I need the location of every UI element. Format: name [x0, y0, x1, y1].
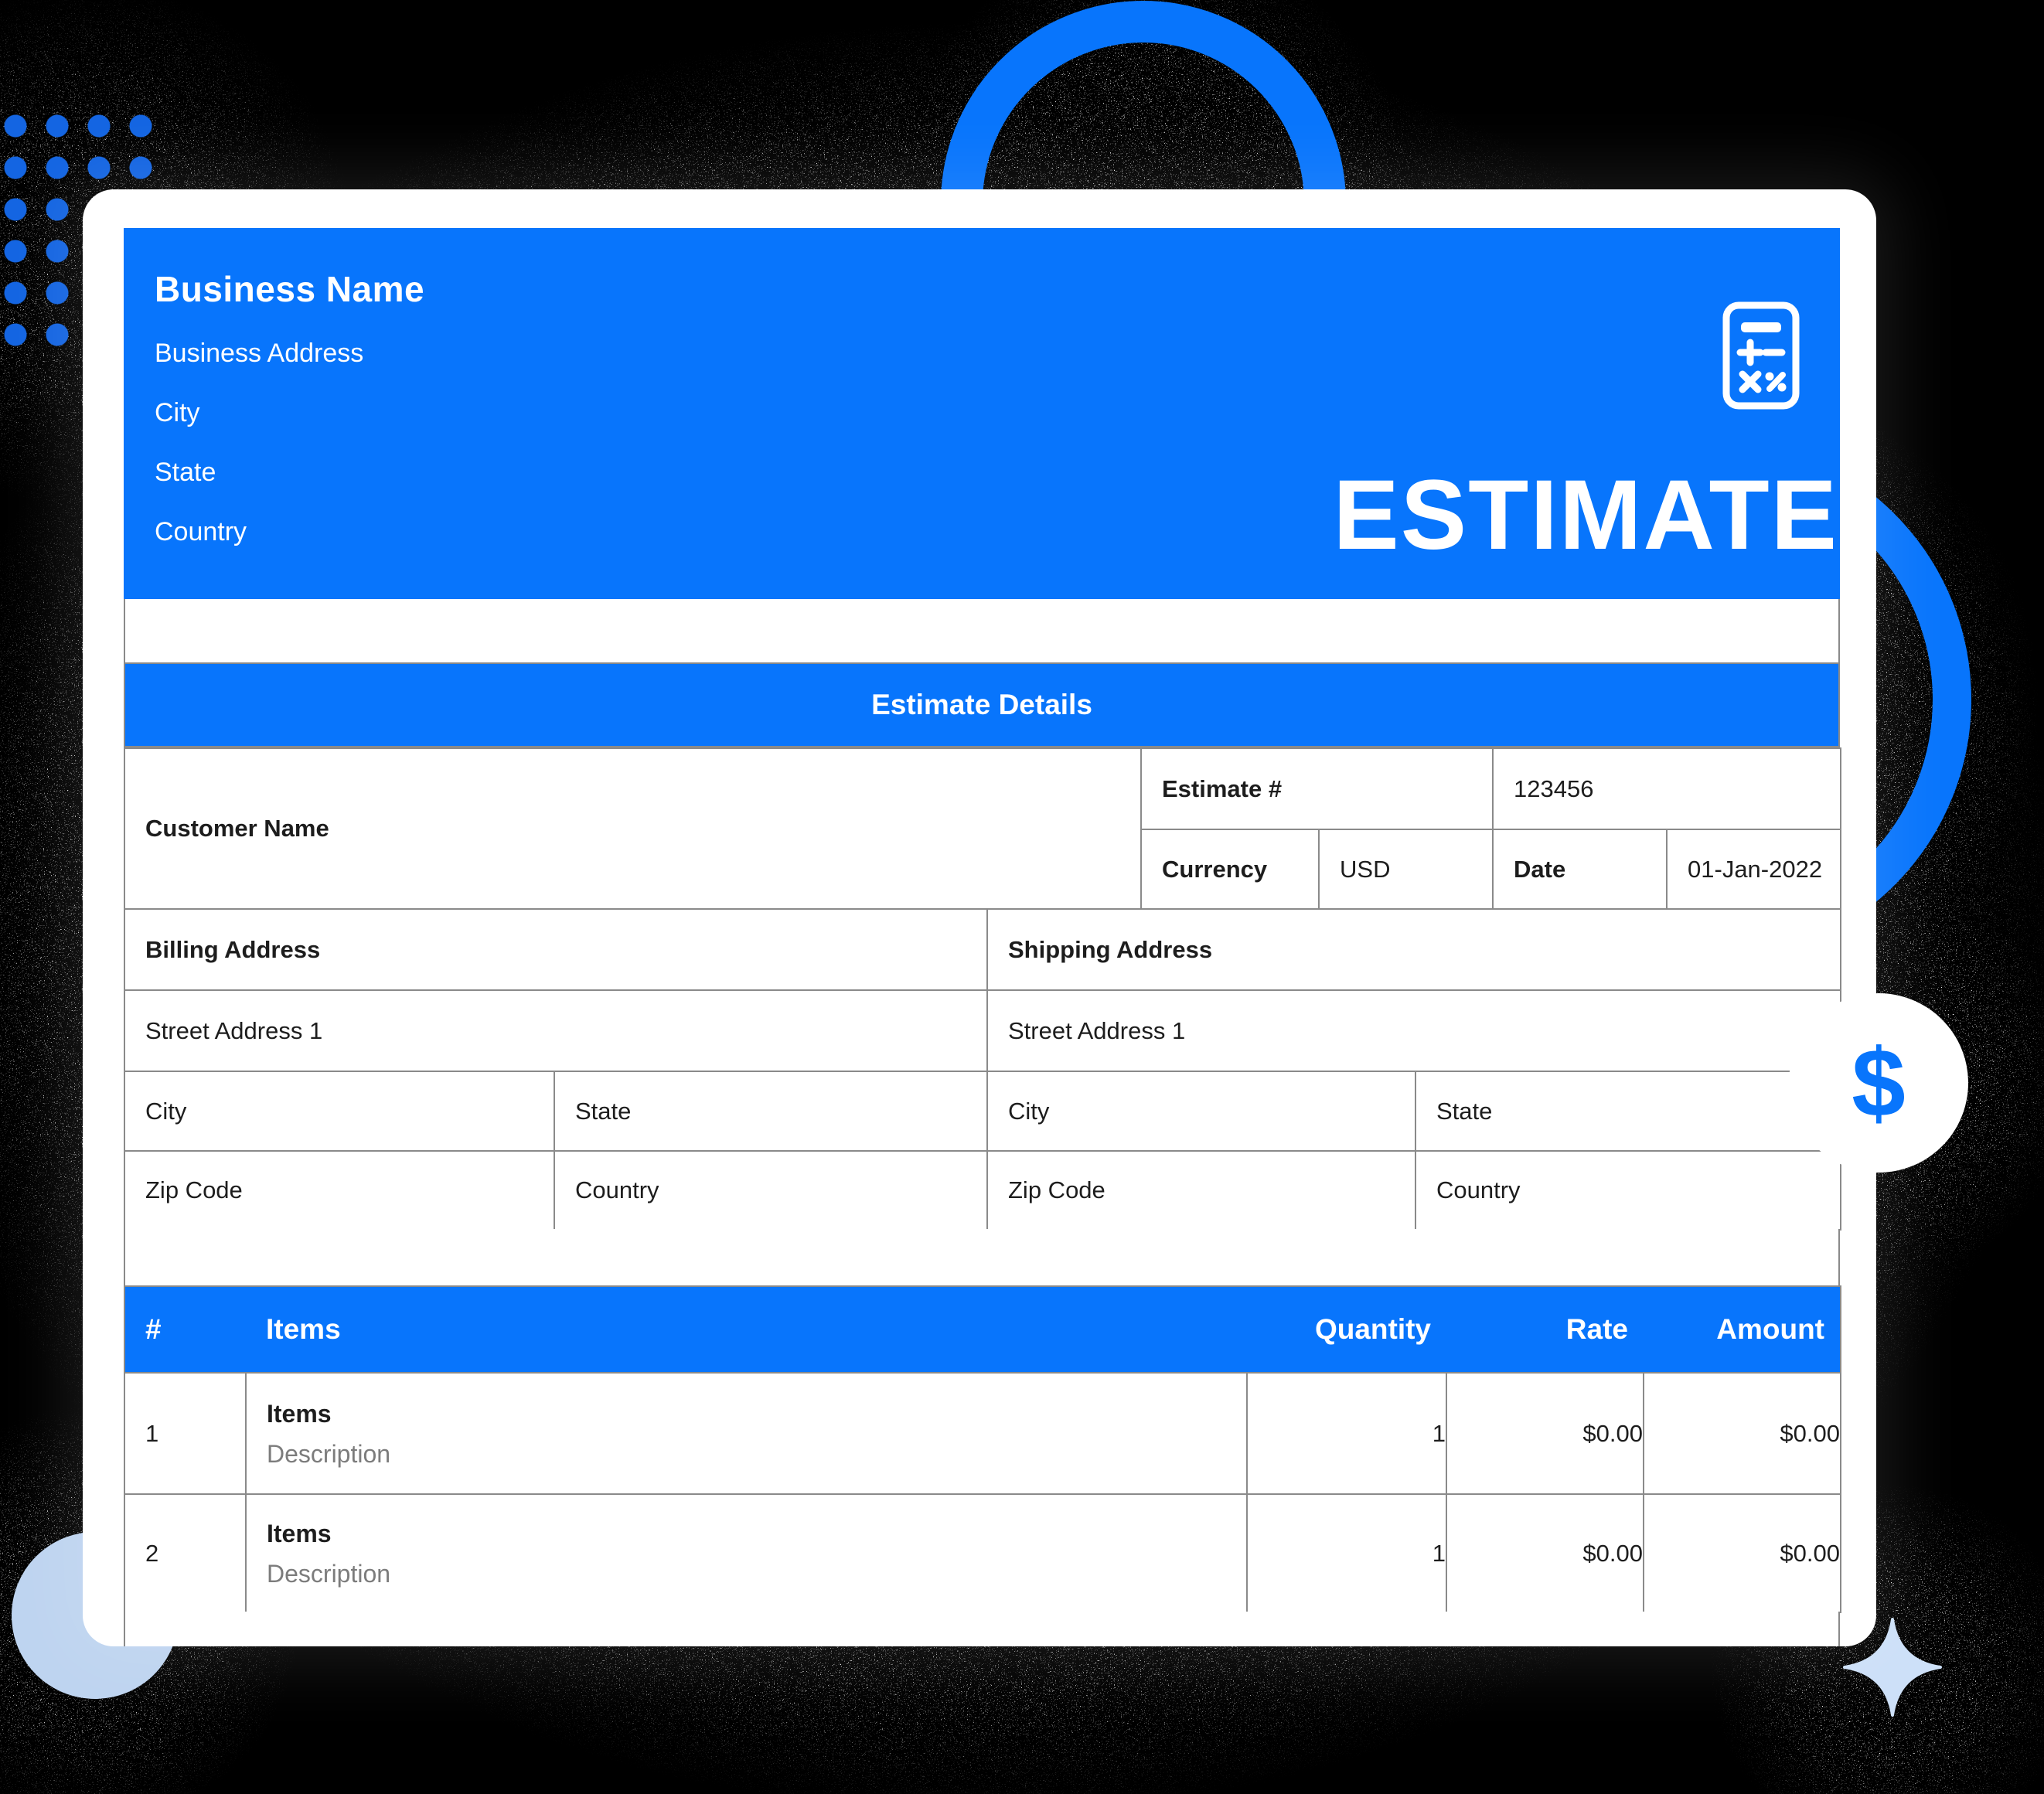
estimate-details-table: Customer Name Estimate # 123456 Currency…	[124, 747, 1841, 910]
item-quantity: 1	[1247, 1494, 1446, 1612]
document-type-title: ESTIMATE	[1333, 466, 1838, 565]
business-city: City	[155, 383, 363, 443]
item-rate: $0.00	[1446, 1373, 1644, 1494]
item-row: 1 Items Description 1 $0.00 $0.00	[124, 1373, 1841, 1494]
items-header-number: #	[124, 1286, 246, 1373]
business-state: State	[155, 443, 363, 502]
currency-label: Currency	[1141, 829, 1319, 909]
billing-city: City	[124, 1071, 554, 1151]
business-country: Country	[155, 502, 363, 562]
shipping-country: Country	[1415, 1151, 1841, 1230]
shipping-zip: Zip Code	[987, 1151, 1415, 1230]
date-label: Date	[1493, 829, 1667, 909]
billing-street: Street Address 1	[124, 990, 987, 1071]
item-name: Items	[267, 1394, 1246, 1434]
shipping-state: State	[1415, 1071, 1841, 1151]
item-number: 1	[124, 1373, 246, 1494]
item-description: Description	[267, 1554, 1246, 1594]
shipping-street: Street Address 1	[987, 990, 1841, 1071]
billing-shipping-table: Billing Address Shipping Address Street …	[124, 908, 1841, 1231]
currency-value: USD	[1319, 829, 1493, 909]
date-value: 01-Jan-2022	[1667, 829, 1841, 909]
billing-address-title: Billing Address	[124, 909, 987, 990]
business-address-block: Business Address City State Country	[155, 324, 363, 562]
spacer-row	[124, 599, 1840, 662]
item-description: Description	[267, 1434, 1246, 1474]
dollar-badge: $	[1789, 993, 1968, 1173]
item-quantity: 1	[1247, 1373, 1446, 1494]
item-cell: Items Description	[246, 1373, 1247, 1494]
item-cell: Items Description	[246, 1494, 1247, 1612]
item-amount: $0.00	[1644, 1373, 1841, 1494]
items-header-amount: Amount	[1644, 1286, 1841, 1373]
billing-zip: Zip Code	[124, 1151, 554, 1230]
item-amount: $0.00	[1644, 1494, 1841, 1612]
dollar-icon: $	[1852, 1028, 1906, 1139]
item-rate: $0.00	[1446, 1494, 1644, 1612]
business-name: Business Name	[155, 268, 424, 310]
estimate-template-page: Business Name Business Address City Stat…	[0, 0, 2044, 1794]
item-number: 2	[124, 1494, 246, 1612]
items-header-quantity: Quantity	[1247, 1286, 1446, 1373]
items-table: # Items Quantity Rate Amount 1 Items Des…	[124, 1285, 1841, 1613]
business-header: Business Name Business Address City Stat…	[124, 228, 1840, 599]
shipping-city: City	[987, 1071, 1415, 1151]
items-header-rate: Rate	[1446, 1286, 1644, 1373]
item-row: 2 Items Description 1 $0.00 $0.00	[124, 1494, 1841, 1612]
estimate-document-card: Business Name Business Address City Stat…	[83, 189, 1876, 1646]
estimate-details-title: Estimate Details	[871, 689, 1092, 721]
shipping-address-title: Shipping Address	[987, 909, 1841, 990]
billing-state: State	[554, 1071, 987, 1151]
spacer-row	[124, 1612, 1840, 1646]
estimate-number-label: Estimate #	[1141, 748, 1493, 829]
business-address: Business Address	[155, 324, 363, 383]
estimate-details-section-bar: Estimate Details	[124, 662, 1840, 747]
customer-name-label: Customer Name	[124, 748, 1141, 909]
estimate-number-value: 123456	[1493, 748, 1841, 829]
billing-country: Country	[554, 1151, 987, 1230]
calculator-icon	[1722, 301, 1800, 410]
spacer-row	[124, 1229, 1840, 1285]
item-name: Items	[267, 1513, 1246, 1554]
items-header-items: Items	[246, 1286, 1247, 1373]
